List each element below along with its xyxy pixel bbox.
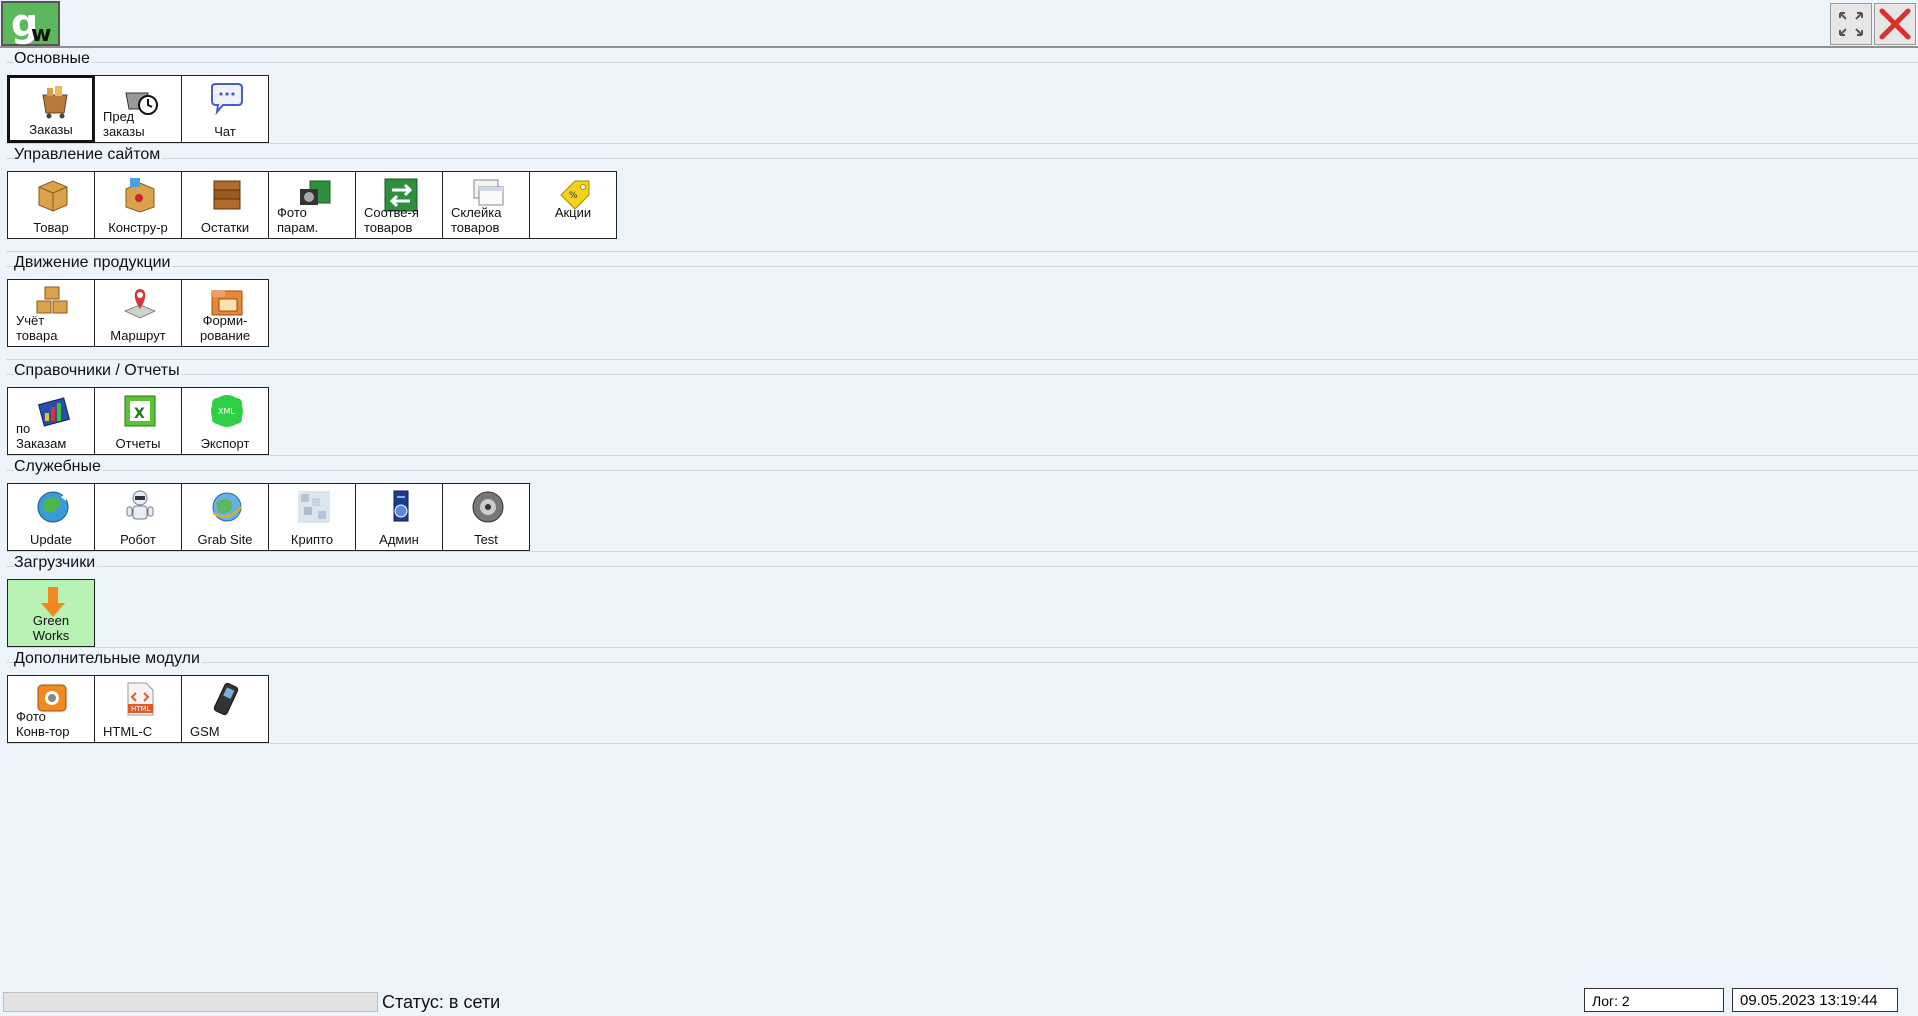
- tile-label: Green Works: [32, 613, 70, 643]
- tile-label: Учёт товара: [16, 313, 58, 343]
- tile-export[interactable]: XML Экспорт: [181, 387, 269, 455]
- tile-product[interactable]: Товар: [7, 171, 95, 239]
- chat-icon: [211, 83, 243, 116]
- tile-preorders[interactable]: Пред заказы: [94, 75, 182, 143]
- tile-forming[interactable]: Форми- рование: [181, 279, 269, 347]
- section-references-reports: Справочники / Отчеты по Заказам X Отчеты…: [2, 360, 1918, 456]
- title-bar: g w: [0, 0, 1918, 48]
- tile-orders[interactable]: Заказы: [7, 75, 95, 143]
- section-title: Управление сайтом: [14, 146, 163, 164]
- tile-matching[interactable]: Соотве-я товаров: [355, 171, 443, 239]
- section-title: Служебные: [14, 458, 103, 476]
- section-service: Служебные Update Робот Grab Site Крипто …: [2, 456, 1918, 552]
- robot-icon: [126, 490, 154, 520]
- tile-promo[interactable]: % Акции: [529, 171, 617, 239]
- tile-stock[interactable]: Остатки: [181, 171, 269, 239]
- close-icon: [1879, 8, 1911, 40]
- status-bar: Статус: в сети Лог: 2 09.05.2023 13:19:4…: [0, 988, 1918, 1016]
- tile-constructor[interactable]: Констру-р: [94, 171, 182, 239]
- section-loaders: Загрузчики Green Works: [2, 552, 1918, 648]
- svg-text:XML: XML: [218, 407, 235, 416]
- tile-label: Test: [474, 532, 498, 547]
- restore-icon: [1839, 12, 1863, 36]
- tile-label: Пред заказы: [103, 109, 145, 139]
- section-title: Дополнительные модули: [14, 650, 202, 668]
- section-main: Основные Заказы Пред заказы Чат: [2, 48, 1918, 144]
- section-title: Движение продукции: [14, 254, 173, 272]
- orders-icon: [42, 86, 68, 119]
- tile-chat[interactable]: Чат: [181, 75, 269, 143]
- section-site-management: Управление сайтом Товар Констру-р Остатк…: [2, 144, 1918, 252]
- status-text: Статус: в сети: [382, 992, 501, 1012]
- tile-label: Админ: [379, 532, 419, 547]
- tile-label: Update: [30, 532, 72, 547]
- close-button[interactable]: [1874, 3, 1916, 45]
- tile-label: Соотве-я товаров: [364, 205, 419, 235]
- tile-reports[interactable]: X Отчеты: [94, 387, 182, 455]
- tile-merge[interactable]: Склейка товаров: [442, 171, 530, 239]
- route-icon: [123, 289, 157, 319]
- tile-label: Фото парам.: [277, 205, 319, 235]
- tile-label: Заказы: [29, 122, 73, 137]
- product-icon: [38, 180, 68, 212]
- section-title: Справочники / Отчеты: [14, 362, 182, 380]
- section-additional-modules: Дополнительные модули Фото Конв-тор HTML…: [2, 648, 1918, 744]
- module-sections: Основные Заказы Пред заказы Чат Управлен…: [2, 48, 1918, 744]
- tile-label: Товар: [33, 220, 69, 235]
- tile-admin[interactable]: Админ: [355, 483, 443, 551]
- tile-green-works[interactable]: Green Works: [7, 579, 95, 647]
- progress-bar: [3, 992, 378, 1012]
- tile-label: Крипто: [290, 532, 334, 547]
- datetime-display: 09.05.2023 13:19:44: [1732, 988, 1898, 1012]
- logo-letter-w: w: [31, 22, 52, 47]
- tile-label: Чат: [214, 124, 236, 139]
- phone-icon: [213, 682, 239, 716]
- log-counter[interactable]: Лог: 2: [1584, 988, 1724, 1012]
- section-title: Загрузчики: [14, 554, 98, 572]
- tile-test[interactable]: Test: [442, 483, 530, 551]
- constructor-icon: [125, 178, 155, 213]
- html-icon: HTML: [127, 682, 154, 716]
- tile-label: Фото Конв-тор: [16, 709, 70, 739]
- tile-label: Констру-р: [108, 220, 168, 235]
- reports-icon: X: [124, 395, 156, 427]
- tile-label: Робот: [120, 532, 156, 547]
- svg-text:X: X: [134, 406, 145, 422]
- grab-site-icon: [212, 492, 242, 522]
- tile-label: Отчеты: [115, 436, 161, 451]
- update-icon: [37, 491, 69, 523]
- crypto-icon: [298, 491, 330, 523]
- tile-photo-params[interactable]: Фото парам.: [268, 171, 356, 239]
- app-logo[interactable]: g w: [1, 1, 60, 47]
- section-title: Основные: [14, 50, 92, 68]
- tile-label: Остатки: [200, 220, 250, 235]
- tile-html-c[interactable]: HTML HTML-C: [94, 675, 182, 743]
- test-icon: [472, 491, 504, 523]
- tile-label: HTML-C: [103, 724, 153, 739]
- tile-photo-converter[interactable]: Фото Конв-тор: [7, 675, 95, 743]
- tile-label: Grab Site: [197, 532, 253, 547]
- tile-label: Акции: [554, 205, 592, 220]
- tile-inventory[interactable]: Учёт товара: [7, 279, 95, 347]
- tile-grab-site[interactable]: Grab Site: [181, 483, 269, 551]
- tile-crypto[interactable]: Крипто: [268, 483, 356, 551]
- restore-button[interactable]: [1830, 3, 1872, 45]
- section-product-movement: Движение продукции Учёт товара Маршрут Ф…: [2, 252, 1918, 360]
- tile-label: Экспорт: [200, 436, 250, 451]
- tile-label: по Заказам: [16, 421, 67, 451]
- tile-by-orders[interactable]: по Заказам: [7, 387, 95, 455]
- svg-text:HTML: HTML: [131, 705, 151, 713]
- tile-label: GSM: [190, 724, 220, 739]
- svg-text:%: %: [569, 191, 578, 201]
- tile-label: Форми- рование: [199, 313, 251, 343]
- tile-label: Склейка товаров: [451, 205, 502, 235]
- tile-label: Маршрут: [110, 328, 166, 343]
- tile-route[interactable]: Маршрут: [94, 279, 182, 347]
- tile-gsm[interactable]: GSM: [181, 675, 269, 743]
- stock-icon: [213, 180, 241, 210]
- tile-update[interactable]: Update: [7, 483, 95, 551]
- xml-export-icon: XML: [211, 395, 243, 427]
- admin-icon: [393, 490, 409, 522]
- tile-robot[interactable]: Робот: [94, 483, 182, 551]
